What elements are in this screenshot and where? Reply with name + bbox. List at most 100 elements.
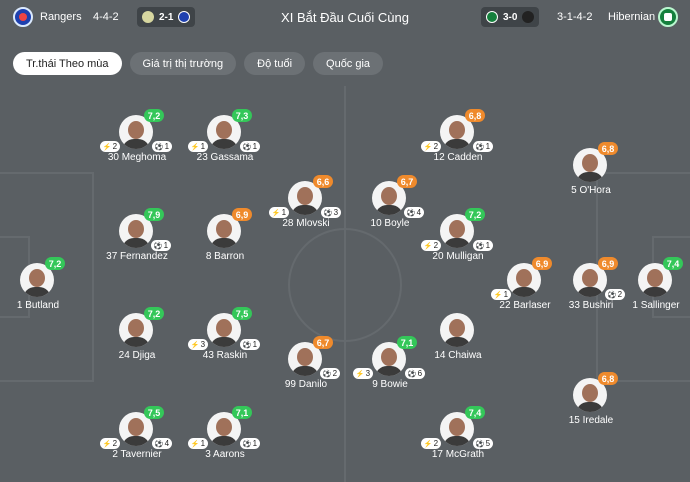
player-card[interactable]: 6,8 15 Iredale	[551, 372, 631, 440]
goals-stat: ⚽ 1	[240, 339, 260, 350]
match-header: Rangers 4-4-2 2-1 XI Bắt Đầu Cuối Cùng 3…	[0, 0, 690, 34]
center-circle	[288, 228, 402, 342]
player-stats: ⚡ 2 ⚽ 4	[97, 438, 175, 449]
away-last-result[interactable]: 3-0	[481, 7, 540, 27]
boot-icon: ⚡	[190, 341, 200, 349]
tab-age[interactable]: Độ tuổi	[244, 52, 306, 75]
boot-icon: ⚡	[102, 143, 112, 151]
stat-value: 1	[200, 439, 206, 448]
player-name: 23 Gassama	[196, 152, 254, 163]
rating-badge: 6,8	[465, 109, 485, 122]
hibernian-crest-icon[interactable]	[658, 7, 678, 27]
away-team-name[interactable]: Hibernian	[608, 11, 655, 23]
player-avatar	[440, 313, 474, 347]
player-name: 1 Butland	[16, 300, 60, 311]
ball-icon: ⚽	[154, 143, 164, 151]
goals-stat: ⚽ 1	[240, 438, 260, 449]
player-card[interactable]: 6,6 ⚡ 1 ⚽ 3 28 Mlovski	[266, 175, 346, 243]
player-card[interactable]: 7,1 ⚡ 3 ⚽ 6 9 Bowie	[350, 336, 430, 404]
player-card[interactable]: 7,5 ⚡ 3 ⚽ 1 43 Raskin	[185, 307, 265, 375]
boot-icon: ⚡	[423, 440, 433, 448]
assists-stat: ⚡ 1	[269, 207, 289, 218]
boot-icon: ⚡	[271, 209, 281, 217]
away-last-score: 3-0	[503, 11, 518, 23]
goals-stat: ⚽ 1	[473, 141, 493, 152]
goals-stat: ⚽ 5	[473, 438, 493, 449]
boot-icon: ⚡	[423, 242, 433, 250]
ball-icon: ⚽	[242, 440, 252, 448]
stat-value: 2	[112, 142, 118, 151]
player-stats: ⚡ 1 ⚽ 1	[185, 438, 263, 449]
assists-stat: ⚡ 1	[491, 289, 511, 300]
player-card[interactable]: 7,2 ⚡ 2 ⚽ 1 30 Meghoma	[97, 109, 177, 177]
assists-stat: ⚡ 2	[421, 438, 441, 449]
player-card[interactable]: 7,4 1 Sallinger	[616, 257, 690, 325]
goals-stat: ⚽ 1	[473, 240, 493, 251]
ball-icon: ⚽	[153, 242, 163, 250]
stat-value: 1	[503, 290, 509, 299]
ball-icon: ⚽	[475, 143, 485, 151]
player-card[interactable]: 6,8 5 O'Hora	[551, 142, 631, 210]
player-card[interactable]: 6,8 ⚡ 2 ⚽ 1 12 Cadden	[418, 109, 498, 177]
player-stats: ⚡ 1 ⚽ 1	[185, 141, 263, 152]
assists-stat: ⚡ 1	[188, 141, 208, 152]
stat-value: 1	[163, 241, 169, 250]
ball-icon: ⚽	[242, 341, 252, 349]
goals-stat: ⚽ 1	[152, 141, 172, 152]
rating-badge: 7,5	[144, 406, 164, 419]
boot-icon: ⚡	[102, 440, 112, 448]
rating-badge: 7,2	[144, 307, 164, 320]
ball-icon: ⚽	[322, 370, 332, 378]
stat-value: 6	[417, 369, 423, 378]
boot-icon: ⚡	[355, 370, 365, 378]
player-card[interactable]: 7,4 ⚡ 2 ⚽ 5 17 McGrath	[418, 406, 498, 474]
rating-badge: 6,7	[397, 175, 417, 188]
player-card[interactable]: 7,5 ⚡ 2 ⚽ 4 2 Tavernier	[97, 406, 177, 474]
player-card[interactable]: 6,7 ⚽ 2 99 Danilo	[266, 336, 346, 404]
assists-stat: ⚡ 2	[100, 438, 120, 449]
ball-icon: ⚽	[475, 440, 485, 448]
rating-badge: 6,8	[598, 142, 618, 155]
stat-value: 2	[433, 241, 439, 250]
stat-value: 4	[164, 439, 170, 448]
rating-badge: 7,3	[232, 109, 252, 122]
player-card[interactable]: 7,9 ⚽ 1 37 Fernandez	[97, 208, 177, 276]
assists-stat: ⚡ 2	[421, 141, 441, 152]
player-stats: ⚡ 2 ⚽ 1	[97, 141, 175, 152]
stat-value: 1	[281, 208, 287, 217]
tab-season-form[interactable]: Tr.thái Theo mùa	[13, 52, 122, 75]
ball-icon: ⚽	[406, 209, 416, 217]
goals-stat: ⚽ 4	[152, 438, 172, 449]
rating-badge: 7,2	[144, 109, 164, 122]
player-card[interactable]: 7,2 24 Djiga	[97, 307, 177, 375]
stat-value: 3	[333, 208, 339, 217]
rating-badge: 7,2	[45, 257, 65, 270]
player-stats: ⚽ 2	[320, 368, 340, 379]
player-name: 1 Sallinger	[632, 300, 680, 311]
player-name: 5 O'Hora	[571, 185, 611, 196]
player-card[interactable]: 7,3 ⚡ 1 ⚽ 1 23 Gassama	[185, 109, 265, 177]
rating-badge: 7,4	[465, 406, 485, 419]
ball-icon: ⚽	[154, 440, 164, 448]
player-card[interactable]: 7,1 ⚡ 1 ⚽ 1 3 Aarons	[185, 406, 265, 474]
rating-badge: 7,2	[465, 208, 485, 221]
tab-nationality[interactable]: Quốc gia	[313, 52, 384, 75]
stat-value: 1	[164, 142, 170, 151]
ball-icon: ⚽	[407, 370, 417, 378]
opponent-crest-icon	[522, 11, 535, 23]
player-name: 15 Iredale	[568, 415, 614, 426]
goals-stat: ⚽ 1	[240, 141, 260, 152]
player-stats: ⚡ 3 ⚽ 6	[350, 368, 428, 379]
stat-value: 2	[433, 439, 439, 448]
stat-value: 2	[433, 142, 439, 151]
player-name: 17 McGrath	[431, 449, 485, 460]
rating-badge: 7,4	[663, 257, 683, 270]
assists-stat: ⚡ 2	[100, 141, 120, 152]
rating-badge: 7,1	[232, 406, 252, 419]
tab-market-value[interactable]: Giá trị thị trường	[129, 52, 237, 75]
boot-icon: ⚡	[493, 291, 503, 299]
stat-value: 2	[112, 439, 118, 448]
rating-badge: 6,7	[313, 336, 333, 349]
away-formation: 3-1-4-2	[557, 11, 593, 23]
player-card[interactable]: 7,2 1 Butland	[0, 257, 78, 325]
